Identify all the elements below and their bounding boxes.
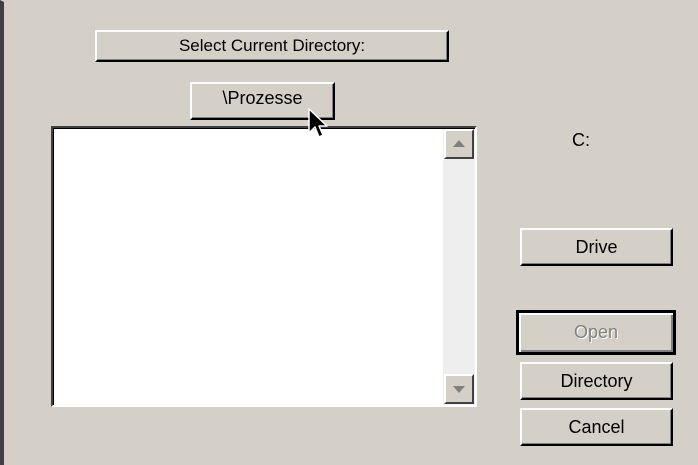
select-current-directory-button[interactable]: Select Current Directory: (95, 30, 449, 62)
directory-listbox[interactable] (51, 126, 477, 407)
mouse-pointer-icon (308, 108, 328, 138)
directory-list-scrollbar[interactable] (443, 129, 475, 405)
cancel-button-label: Cancel (568, 416, 625, 437)
current-directory-label: \Prozesse (222, 87, 303, 108)
current-drive-label: C: (572, 130, 590, 150)
directory-button-label: Directory (560, 370, 633, 391)
directory-button[interactable]: Directory (520, 362, 673, 400)
select-current-directory-label: Select Current Directory: (178, 36, 366, 55)
scroll-down-arrow-icon (453, 386, 465, 393)
scroll-up-button[interactable] (444, 129, 474, 159)
drive-button-label: Drive (575, 236, 618, 257)
cancel-button[interactable]: Cancel (520, 408, 673, 446)
scroll-down-button[interactable] (444, 374, 474, 404)
drive-button[interactable]: Drive (520, 228, 673, 266)
select-directory-dialog: Select Current Directory: \Prozesse C: D… (0, 0, 698, 465)
open-button-label: Open (573, 322, 619, 342)
scroll-up-arrow-icon (453, 140, 465, 147)
open-button[interactable]: Open (516, 310, 676, 355)
